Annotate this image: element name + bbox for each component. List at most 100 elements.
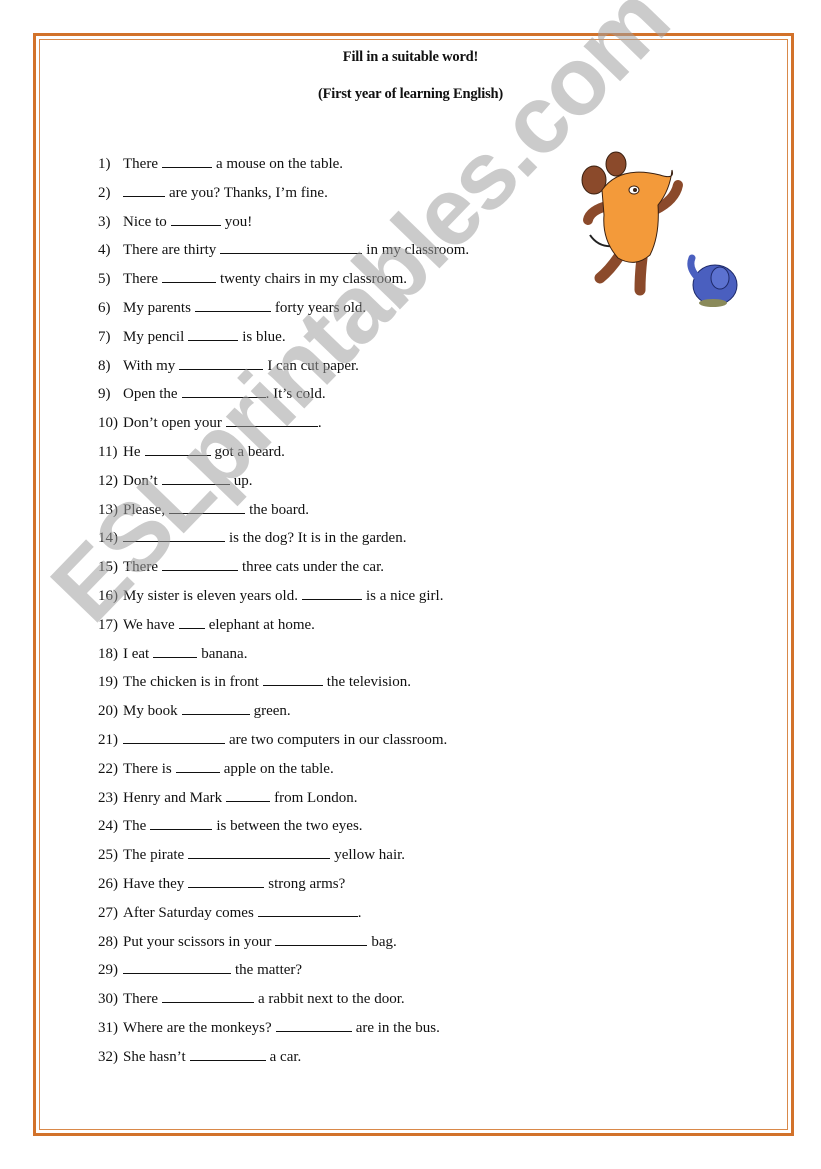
item-text-after: you! bbox=[224, 213, 253, 230]
answer-blank[interactable] bbox=[169, 501, 246, 514]
item-text-after: got a beard. bbox=[214, 443, 285, 460]
exercise-item: 9) Open the . It’s cold. bbox=[98, 385, 469, 414]
answer-blank[interactable] bbox=[275, 1019, 352, 1032]
exercise-item: 25) The pirate yellow hair. bbox=[98, 846, 469, 875]
answer-blank[interactable] bbox=[123, 731, 225, 744]
item-number: 16) bbox=[98, 587, 118, 604]
exercise-item: 13) Please, the board. bbox=[98, 501, 469, 530]
exercise-item: 29) the matter? bbox=[98, 961, 469, 990]
answer-blank[interactable] bbox=[178, 616, 205, 629]
answer-blank[interactable] bbox=[220, 241, 363, 255]
item-text-after: forty years old. bbox=[274, 299, 367, 316]
item-number: 4) bbox=[98, 242, 111, 259]
mouse-and-elephant-illustration bbox=[580, 150, 745, 315]
item-text-before: I eat bbox=[123, 645, 150, 662]
item-number: 28) bbox=[98, 933, 118, 950]
answer-blank[interactable] bbox=[150, 817, 213, 831]
answer-blank[interactable] bbox=[188, 846, 331, 860]
answer-blank[interactable] bbox=[161, 155, 212, 168]
answer-blank[interactable] bbox=[123, 184, 165, 197]
exercise-item: 11) He got a beard. bbox=[98, 443, 469, 472]
item-text-before: Nice to bbox=[123, 213, 167, 230]
answer-blank[interactable] bbox=[153, 645, 198, 658]
item-number: 9) bbox=[98, 386, 111, 403]
item-number: 22) bbox=[98, 760, 118, 777]
item-text-before: My book bbox=[123, 703, 178, 720]
item-number: 6) bbox=[98, 299, 111, 316]
answer-blank[interactable] bbox=[226, 789, 271, 802]
item-number: 32) bbox=[98, 1048, 118, 1065]
item-text-before: Put your scissors in your bbox=[123, 933, 272, 950]
item-text-before: There bbox=[123, 271, 158, 288]
item-text-after: from London. bbox=[274, 789, 358, 806]
answer-blank[interactable] bbox=[161, 558, 238, 572]
item-number: 31) bbox=[98, 1019, 118, 1036]
item-text-before: My parents bbox=[123, 299, 191, 316]
item-text-before: There is bbox=[123, 760, 172, 777]
exercise-item: 19) The chicken is in front the television… bbox=[98, 673, 469, 702]
answer-blank[interactable] bbox=[123, 529, 225, 543]
answer-blank[interactable] bbox=[257, 904, 358, 917]
item-text-after: . bbox=[357, 904, 362, 921]
item-number: 11) bbox=[98, 443, 118, 460]
mouse-leg-right bbox=[634, 252, 648, 296]
answer-blank[interactable] bbox=[189, 1048, 266, 1061]
item-text-before: There bbox=[123, 991, 158, 1008]
item-number: 15) bbox=[98, 559, 118, 576]
answer-blank[interactable] bbox=[179, 357, 264, 370]
answer-blank[interactable] bbox=[175, 760, 220, 773]
item-text-after: up. bbox=[233, 472, 253, 489]
exercise-item: 8) With my I can cut paper. bbox=[98, 357, 469, 386]
item-text-before: Henry and Mark bbox=[123, 789, 223, 806]
exercise-item: 5) There twenty chairs in my classroom. bbox=[98, 270, 469, 299]
item-number: 13) bbox=[98, 501, 118, 518]
item-text-after: the television. bbox=[326, 674, 411, 691]
item-number: 12) bbox=[98, 472, 118, 489]
item-text-after: strong arms? bbox=[268, 875, 346, 892]
answer-blank[interactable] bbox=[181, 385, 266, 399]
item-text-before: He bbox=[123, 443, 141, 460]
item-text-after: are two computers in our classroom. bbox=[229, 731, 448, 748]
item-number: 20) bbox=[98, 703, 118, 720]
exercise-item: 32) She hasn’t a car. bbox=[98, 1048, 469, 1077]
item-text-before: Open the bbox=[123, 386, 178, 403]
item-text-before: After Saturday comes bbox=[123, 904, 254, 921]
answer-blank[interactable] bbox=[123, 961, 231, 975]
exercise-item: 6) My parents forty years old. bbox=[98, 299, 469, 328]
item-text-before: The pirate bbox=[123, 847, 185, 864]
item-text-after: a mouse on the table. bbox=[215, 156, 344, 172]
item-text-before: With my bbox=[123, 357, 176, 374]
item-text-before: The bbox=[123, 818, 147, 835]
exercise-item: 3) Nice to you! bbox=[98, 213, 469, 242]
exercise-item: 21) are two computers in our classroom. bbox=[98, 731, 469, 760]
answer-blank[interactable] bbox=[188, 875, 265, 888]
answer-blank[interactable] bbox=[161, 990, 254, 1004]
item-text-before: We have bbox=[123, 616, 175, 633]
item-text-after: the matter? bbox=[235, 962, 303, 979]
item-text-before: She hasn’t bbox=[123, 1048, 186, 1065]
answer-blank[interactable] bbox=[188, 328, 239, 341]
item-text-before: Please, bbox=[123, 501, 166, 518]
exercise-item: 31) Where are the monkeys? are in the bus. bbox=[98, 1019, 469, 1048]
answer-blank[interactable] bbox=[144, 443, 211, 456]
answer-blank[interactable] bbox=[275, 933, 368, 946]
item-number: 2) bbox=[98, 184, 111, 201]
item-text-before: Where are the monkeys? bbox=[123, 1019, 272, 1036]
answer-blank[interactable] bbox=[170, 213, 221, 226]
item-number: 19) bbox=[98, 674, 118, 691]
item-number: 3) bbox=[98, 213, 111, 230]
answer-blank[interactable] bbox=[181, 702, 250, 716]
answer-blank[interactable] bbox=[194, 299, 271, 312]
answer-blank[interactable] bbox=[301, 587, 362, 600]
item-number: 29) bbox=[98, 962, 118, 979]
elephant-trunk bbox=[687, 254, 702, 282]
item-number: 30) bbox=[98, 991, 118, 1008]
item-text-after: a rabbit next to the door. bbox=[257, 991, 405, 1008]
exercise-item: 16) My sister is eleven years old. is a ni… bbox=[98, 587, 469, 616]
item-text-before: My pencil bbox=[123, 328, 185, 345]
answer-blank[interactable] bbox=[262, 673, 323, 687]
answer-blank[interactable] bbox=[161, 472, 230, 485]
answer-blank[interactable] bbox=[225, 414, 318, 428]
mouse-leg-left bbox=[594, 249, 626, 284]
answer-blank[interactable] bbox=[161, 270, 216, 284]
